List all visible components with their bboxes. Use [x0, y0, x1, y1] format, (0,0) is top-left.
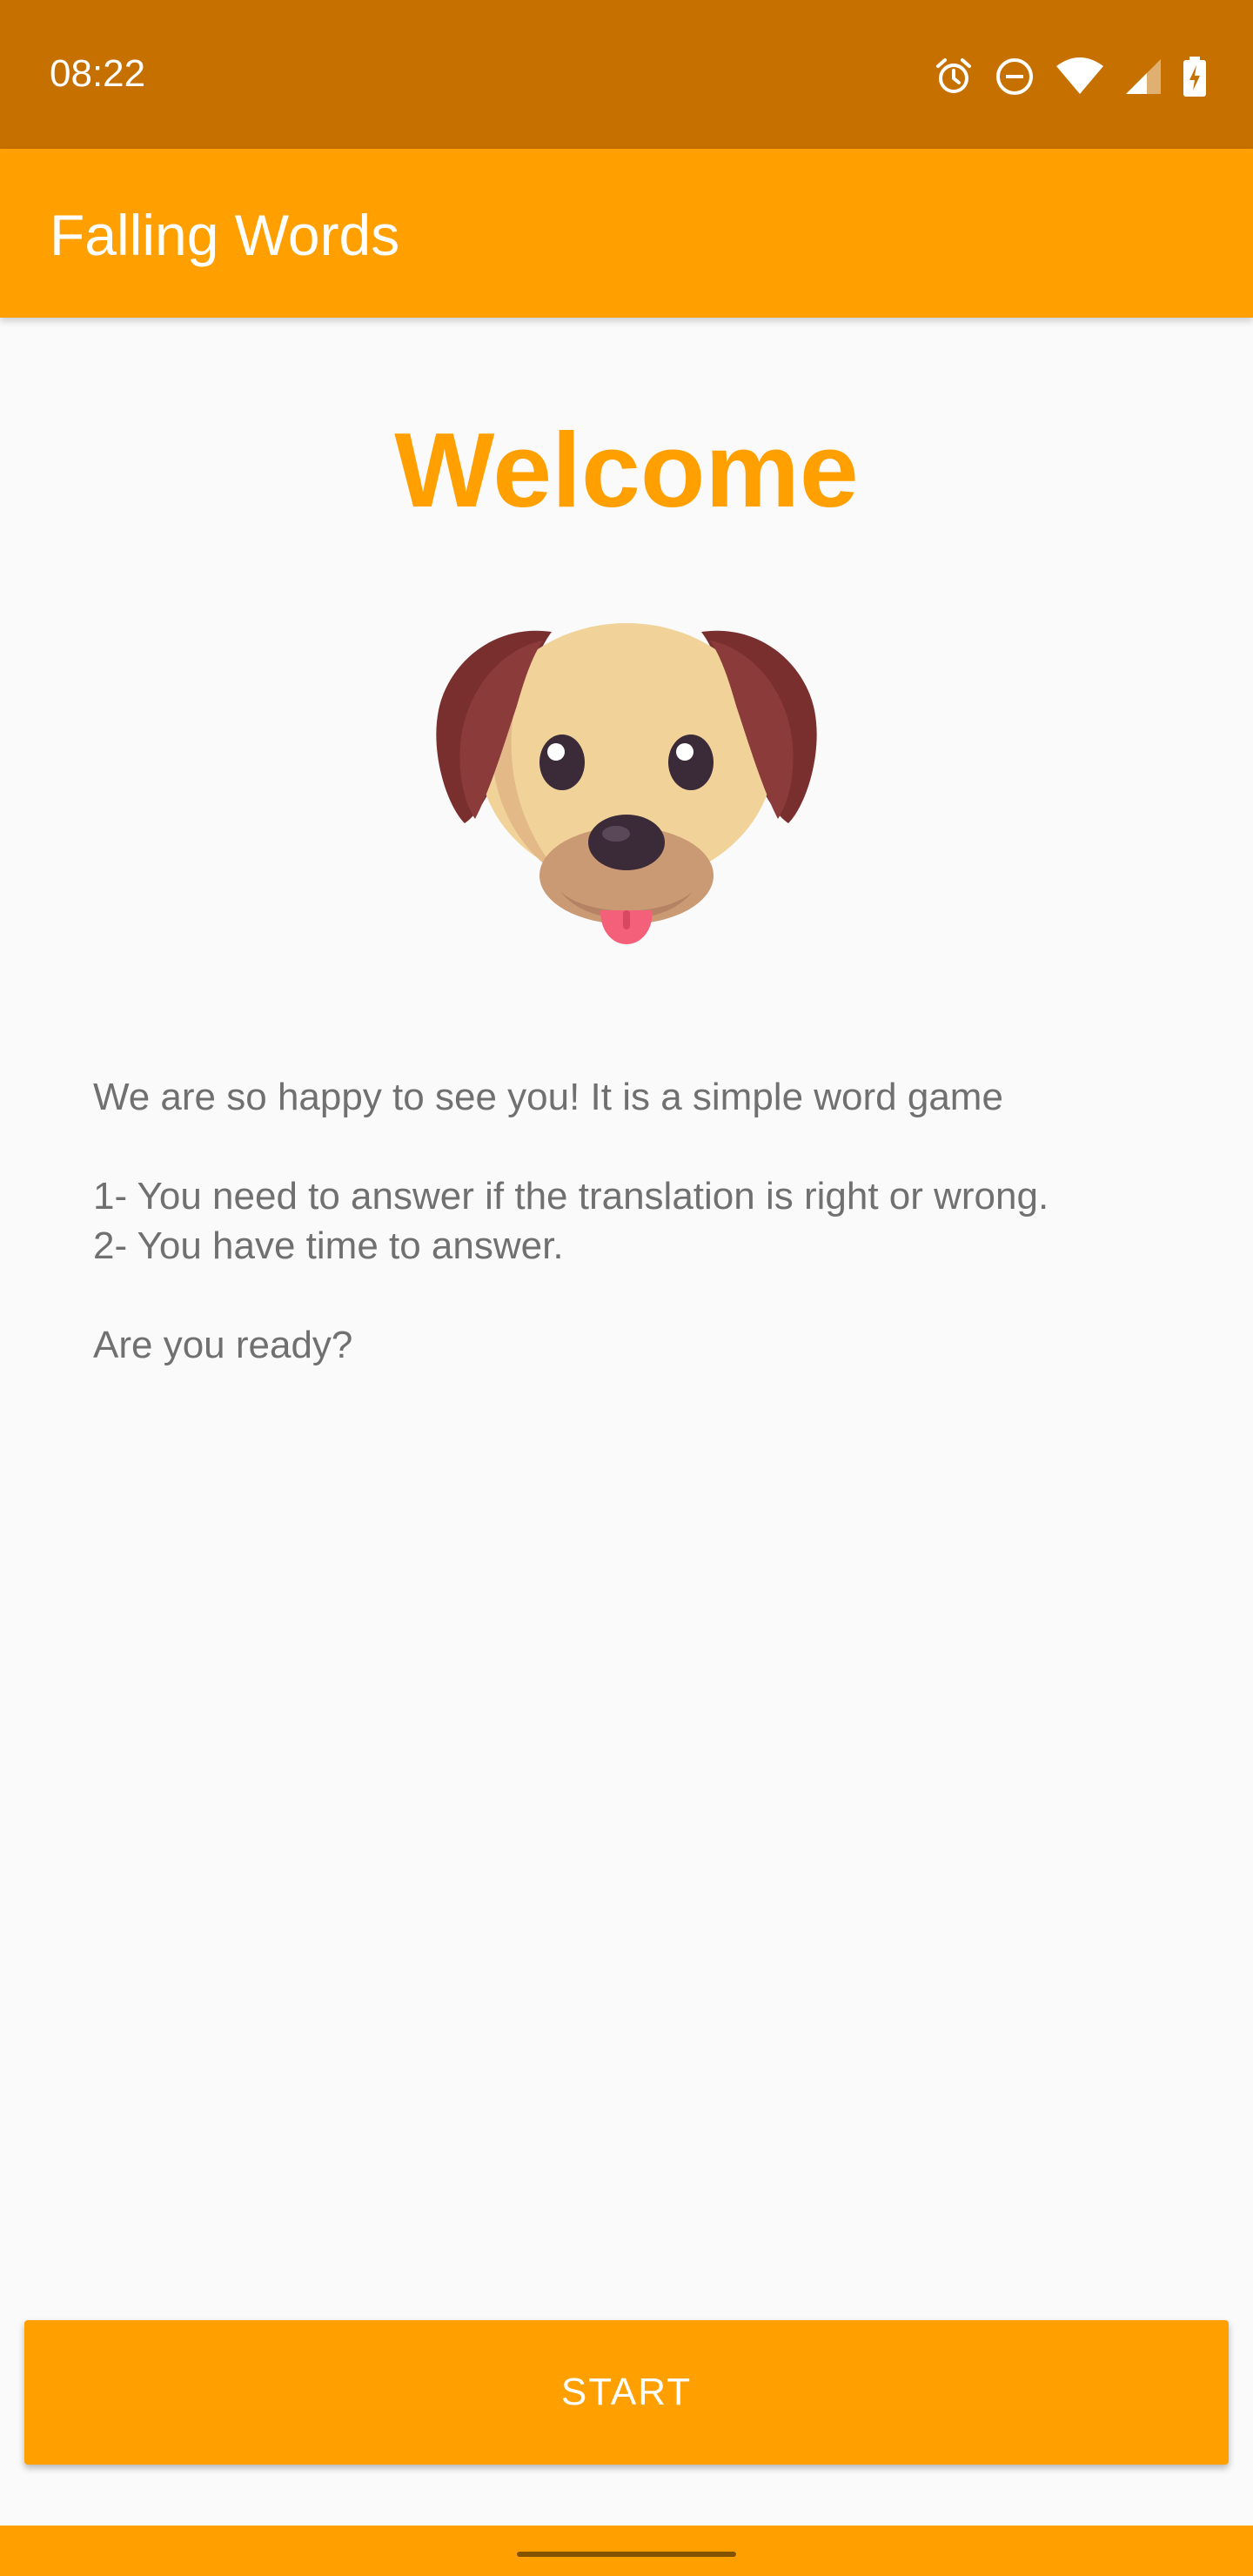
- app-title: Falling Words: [50, 203, 400, 267]
- alarm-icon: [933, 56, 975, 97]
- app-bar: Falling Words: [0, 149, 1253, 318]
- intro-text: We are so happy to see you! It is a simp…: [93, 1072, 1189, 1370]
- dog-face-icon: [430, 614, 823, 956]
- rule-2: 2- You have time to answer.: [93, 1224, 564, 1267]
- wifi-icon: [1055, 56, 1105, 97]
- screen: 08:22 Falling Words Welcome We are so ha…: [0, 0, 1253, 2576]
- ready-question: Are you ready?: [93, 1324, 353, 1366]
- welcome-title: Welcome: [394, 411, 859, 529]
- gesture-handle[interactable]: [517, 2552, 736, 2557]
- status-icons: [933, 52, 1208, 101]
- rule-1: 1- You need to answer if the translation…: [93, 1175, 1049, 1218]
- signal-icon: [1124, 56, 1163, 97]
- intro-line: We are so happy to see you! It is a simp…: [93, 1076, 1003, 1118]
- status-time: 08:22: [50, 52, 146, 95]
- start-button[interactable]: START: [24, 2320, 1229, 2465]
- status-bar: 08:22: [0, 0, 1253, 149]
- battery-charging-icon: [1182, 56, 1208, 97]
- nav-bar: [0, 2526, 1253, 2576]
- do-not-disturb-icon: [994, 56, 1035, 97]
